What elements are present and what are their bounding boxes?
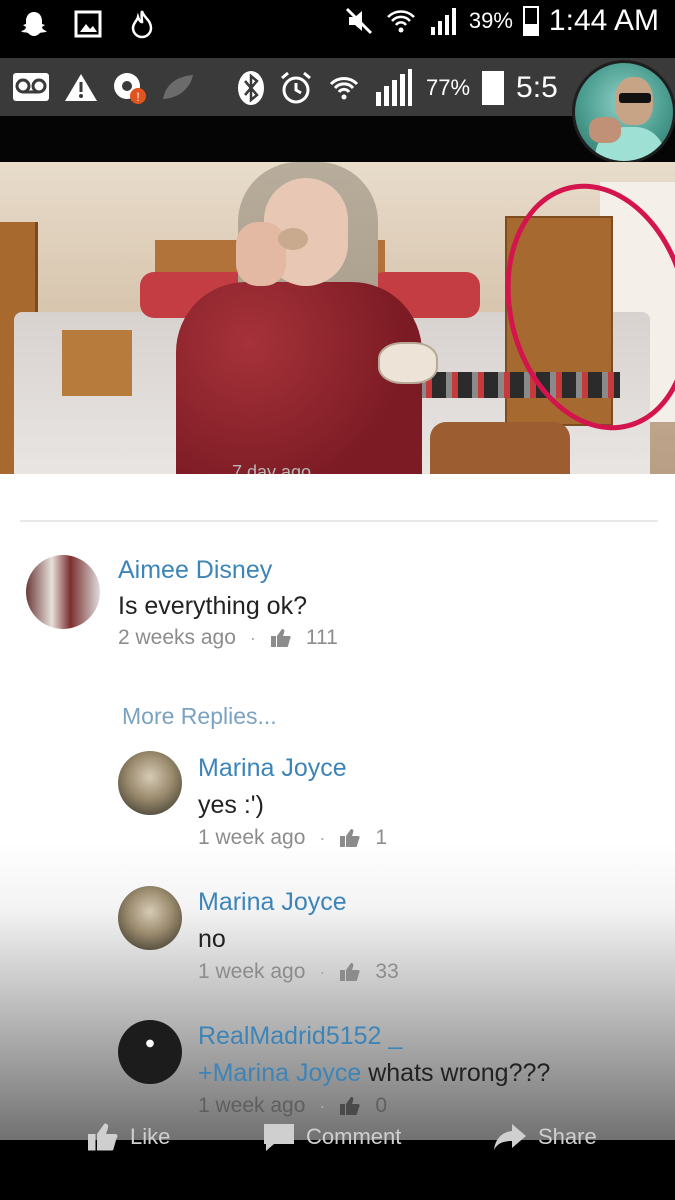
inner-battery-icon bbox=[482, 71, 505, 105]
thumbs-up-icon[interactable] bbox=[339, 828, 361, 848]
share-icon bbox=[494, 1124, 526, 1150]
share-button[interactable]: Share bbox=[492, 1122, 597, 1152]
reply-mention[interactable]: +Marina Joyce bbox=[198, 1059, 361, 1087]
like-button[interactable]: Like bbox=[86, 1122, 170, 1152]
more-replies-link[interactable]: More Replies... bbox=[122, 703, 277, 730]
reply-meta: 1 week ago · 0 bbox=[198, 1094, 387, 1118]
reply-author[interactable]: Marina Joyce bbox=[198, 888, 347, 917]
comment-time: 2 weeks ago bbox=[118, 626, 236, 649]
comment-button[interactable]: Comment bbox=[262, 1122, 401, 1152]
comment-meta: 2 weeks ago · 111 bbox=[118, 626, 338, 650]
status-bar: 39% 1:44 AM bbox=[0, 0, 675, 52]
like-icon bbox=[88, 1123, 118, 1151]
notification-icons bbox=[18, 8, 158, 40]
system-status: 39% 1:44 AM bbox=[343, 4, 659, 38]
like-label: Like bbox=[130, 1124, 171, 1149]
reply-time: 1 week ago bbox=[198, 826, 306, 849]
like-count: 0 bbox=[375, 1094, 388, 1117]
mute-icon bbox=[345, 7, 372, 35]
gallery-icon bbox=[74, 10, 102, 38]
meta-separator: · bbox=[319, 961, 326, 982]
inner-notification-icons: ! bbox=[12, 70, 196, 104]
reply-meta: 1 week ago · 1 bbox=[198, 826, 387, 850]
share-label: Share bbox=[538, 1124, 597, 1149]
chat-head-avatar[interactable] bbox=[572, 60, 675, 164]
bluetooth-icon bbox=[238, 71, 264, 105]
inner-signal-icon bbox=[376, 69, 412, 106]
flame-icon bbox=[131, 10, 153, 39]
thumbs-up-icon[interactable] bbox=[339, 962, 361, 982]
reply-time: 1 week ago bbox=[198, 1094, 306, 1117]
inner-wifi-icon bbox=[329, 77, 359, 100]
divider bbox=[20, 520, 658, 522]
thumbs-up-icon[interactable] bbox=[339, 1096, 361, 1116]
svg-text:!: ! bbox=[136, 90, 139, 104]
comment-author[interactable]: Aimee Disney bbox=[118, 556, 272, 585]
comment-icon bbox=[264, 1124, 294, 1151]
thumbs-up-icon[interactable] bbox=[270, 628, 292, 648]
warning-icon bbox=[65, 74, 97, 101]
reply-text: +Marina Joyce whats wrong??? bbox=[198, 1059, 550, 1088]
video-caption-fragment: 7 day ago bbox=[232, 462, 312, 474]
voicemail-icon bbox=[13, 73, 49, 101]
wifi-icon bbox=[386, 10, 415, 33]
inner-system-status: 77% 5:5 bbox=[236, 68, 558, 108]
reply-text: no bbox=[198, 925, 226, 953]
leaf-icon bbox=[163, 75, 193, 99]
comment-label: Comment bbox=[306, 1124, 402, 1149]
avatar-realmadrid5152[interactable]: ● bbox=[118, 1020, 182, 1084]
inner-clock: 5:5 bbox=[516, 71, 558, 104]
meta-separator: · bbox=[319, 827, 326, 848]
clock: 1:44 AM bbox=[548, 4, 659, 37]
reply-text: yes :') bbox=[198, 791, 264, 819]
like-count: 1 bbox=[375, 826, 388, 849]
reply-author[interactable]: RealMadrid5152 _ bbox=[198, 1022, 402, 1051]
meta-separator: · bbox=[319, 1095, 326, 1116]
like-count: 111 bbox=[305, 626, 338, 649]
battery-icon bbox=[522, 6, 539, 36]
alarm-icon bbox=[281, 71, 311, 104]
comment-text: Is everything ok? bbox=[118, 592, 307, 620]
avatar-marina-joyce[interactable] bbox=[118, 886, 182, 950]
signal-icon bbox=[430, 8, 456, 35]
avatar-marina-joyce[interactable] bbox=[118, 751, 182, 815]
reply-meta: 1 week ago · 33 bbox=[198, 960, 399, 984]
video-player[interactable]: 7 day ago bbox=[0, 162, 675, 474]
avatar-aimee-disney[interactable] bbox=[26, 555, 100, 629]
snapchat-icon bbox=[21, 12, 47, 36]
reply-body: whats wrong??? bbox=[361, 1059, 551, 1087]
app-notification-icon: ! bbox=[114, 73, 146, 104]
meta-separator: · bbox=[249, 627, 256, 648]
reply-time: 1 week ago bbox=[198, 960, 306, 983]
like-count: 33 bbox=[375, 960, 399, 983]
inner-battery-percent: 77% bbox=[426, 75, 471, 100]
reply-author[interactable]: Marina Joyce bbox=[198, 754, 347, 783]
battery-percent: 39% bbox=[468, 8, 513, 33]
